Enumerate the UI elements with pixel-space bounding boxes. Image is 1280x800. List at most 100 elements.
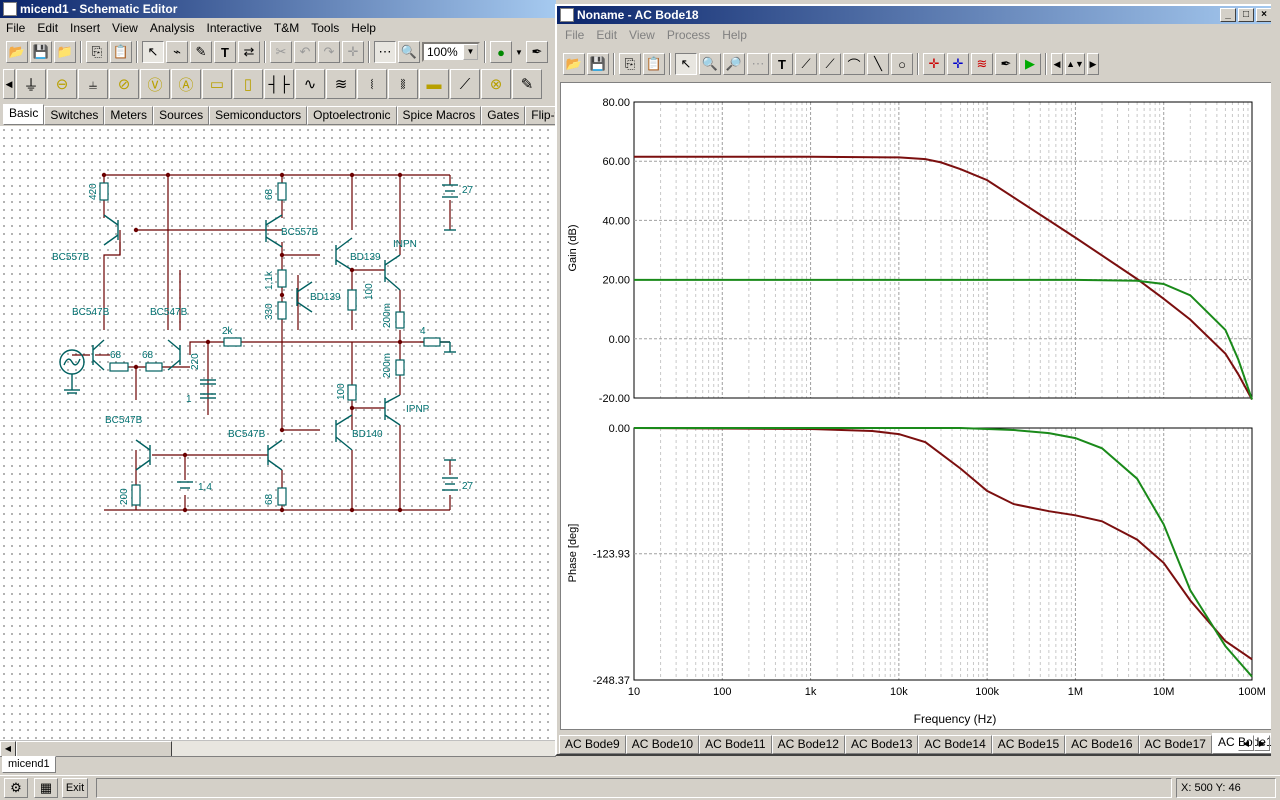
dc-analysis-icon[interactable]: ● [490,41,512,63]
lamp-icon[interactable]: ⊗ [481,69,511,99]
menu-item-6[interactable]: T&M [268,21,305,35]
menu-item-2[interactable]: Insert [64,21,106,35]
schematic-icon[interactable]: ▦ [34,778,58,798]
close-icon[interactable]: × [1256,8,1272,22]
menu-item-8[interactable]: Help [345,21,382,35]
tab-7[interactable]: Gates [481,106,526,125]
probe-icon[interactable]: ✒ [526,41,548,63]
draw-tangent-icon[interactable]: ⟋ [819,53,841,75]
tab-3[interactable]: Sources [153,106,210,125]
wire-tool-icon[interactable]: ⌁ [166,41,188,63]
draw-curve-icon[interactable]: ⟋ [795,53,817,75]
tina-icon[interactable]: ⚙ [4,778,28,798]
circle-tool-icon[interactable]: ○ [891,53,913,75]
bode-tab-4[interactable]: AC Bode13 [844,735,919,754]
arrow-right-icon[interactable]: ▶ [1087,53,1099,75]
bode-tab-7[interactable]: AC Bode16 [1065,735,1139,754]
tab-scroll-right-icon[interactable]: ▶ [1254,735,1270,751]
select-arrow-icon[interactable]: ↖ [142,41,164,63]
chevron-down-icon[interactable]: ▼ [463,44,478,60]
doc-tab-micend1[interactable]: micend1 [2,756,56,773]
bode-menu-item-2[interactable]: View [623,28,661,42]
exit-button[interactable]: Exit [62,778,88,798]
bode-menu-item-0[interactable]: File [559,28,590,42]
probe-icon[interactable]: ✒ [995,53,1017,75]
potentiometer-icon[interactable]: ▯ [233,69,263,99]
tab-2[interactable]: Meters [104,106,154,125]
tab-1[interactable]: Switches [44,106,105,125]
line-tool-icon[interactable]: ╲ [867,53,889,75]
analysis-dropdown-icon[interactable]: ▼ [514,41,524,63]
bode-menu-item-1[interactable]: Edit [590,28,623,42]
paste-icon[interactable]: 📋 [643,53,665,75]
mirror-icon[interactable]: ⇄ [238,41,260,63]
open-file-icon[interactable]: 📁 [54,41,76,63]
grid-icon[interactable]: ⋯ [374,41,396,63]
redo-icon[interactable]: ↷ [318,41,340,63]
copy-icon[interactable]: ⎘ [86,41,108,63]
curve-list-icon[interactable]: ≋ [971,53,993,75]
fuse-icon[interactable]: ▬ [419,69,449,99]
maximize-icon[interactable]: □ [1238,8,1254,22]
draw-slope-icon[interactable]: ⌒ [843,53,865,75]
schematic-canvas[interactable]: 420 BC557B BC547B BC547B 68 68 BC547B 20… [0,126,556,740]
scroll-left-arrow-icon[interactable]: ◀ [0,741,16,757]
pencil-tool-icon[interactable]: ✎ [512,69,542,99]
menu-item-0[interactable]: File [0,21,31,35]
zoom-select[interactable]: 100% ▼ [422,42,480,62]
capacitor-icon[interactable]: ┤├ [264,69,294,99]
junction-icon[interactable]: ✛ [342,41,364,63]
open-folder-icon[interactable]: 📂 [563,53,585,75]
open-folder-icon[interactable]: 📂 [6,41,28,63]
zoom-in-icon[interactable]: 🔍 [699,53,721,75]
run-icon[interactable]: ▶ [1019,53,1041,75]
arrow-updown-icon[interactable]: ▲▼ [1065,53,1085,75]
cut-icon[interactable]: ✂ [270,41,292,63]
tab-scroll-left-icon[interactable]: ◀ [1238,735,1254,751]
tab-0[interactable]: Basic [3,104,45,125]
zoom-100-icon[interactable]: 🔎 [723,53,745,75]
select-arrow-icon[interactable]: ↖ [675,53,697,75]
ammeter-icon[interactable]: ⊘ [109,69,139,99]
ground-icon[interactable]: ⏚ [16,69,46,99]
bode-plot-area[interactable]: 80.00 60.00 40.00 20.00 0.00 -20.00 0.00 -123.… [560,82,1274,730]
bode-tab-0[interactable]: AC Bode9 [559,735,626,754]
bode-tab-5[interactable]: AC Bode14 [918,735,992,754]
pencil-icon[interactable]: ✎ [190,41,212,63]
current-source-icon[interactable]: Ⓐ [171,69,201,99]
paste-icon[interactable]: 📋 [110,41,132,63]
menu-item-1[interactable]: Edit [31,21,64,35]
tab-4[interactable]: Semiconductors [209,106,308,125]
bode-tab-6[interactable]: AC Bode15 [991,735,1066,754]
undo-icon[interactable]: ↶ [294,41,316,63]
schematic-hscroll[interactable]: ◀ [0,740,556,757]
tab-5[interactable]: Optoelectronic [307,106,397,125]
arrow-left-icon[interactable]: ◀ [1051,53,1063,75]
bode-menu-item-4[interactable]: Help [716,28,753,42]
bode-title-bar[interactable]: Noname - AC Bode18 _ □ × [557,6,1276,24]
text-tool-icon[interactable]: T [214,41,236,63]
coil-icon[interactable]: ≋ [326,69,356,99]
schematic-title-bar[interactable]: micend1 - Schematic Editor [0,0,556,18]
coupled-inductor-icon[interactable]: ⧚ [388,69,418,99]
tab-6[interactable]: Spice Macros [396,106,482,125]
bode-menu-item-3[interactable]: Process [661,28,716,42]
inductor-icon[interactable]: ∿ [295,69,325,99]
voltmeter-icon[interactable]: ⊖ [47,69,77,99]
bode-tab-2[interactable]: AC Bode11 [699,735,772,754]
bode-tab-3[interactable]: AC Bode12 [771,735,845,754]
menu-item-3[interactable]: View [106,21,144,35]
grid-icon[interactable]: ⋯ [747,53,769,75]
switch-icon[interactable]: ⟋ [450,69,480,99]
scroll-thumb[interactable] [16,741,172,757]
resistor-icon[interactable]: ▭ [202,69,232,99]
schematic-drawing[interactable]: 420 BC557B BC547B BC547B 68 68 BC547B 20… [0,126,556,740]
menu-item-7[interactable]: Tools [305,21,345,35]
save-icon[interactable]: 💾 [587,53,609,75]
bode-chart[interactable]: 80.00 60.00 40.00 20.00 0.00 -20.00 0.00 -123.… [561,83,1275,731]
minimize-icon[interactable]: _ [1220,8,1236,22]
copy-icon[interactable]: ⎘ [619,53,641,75]
cursor-b-icon[interactable]: ✛ [947,53,969,75]
zoom-icon[interactable]: 🔍 [398,41,420,63]
voltage-source-icon[interactable]: Ⓥ [140,69,170,99]
